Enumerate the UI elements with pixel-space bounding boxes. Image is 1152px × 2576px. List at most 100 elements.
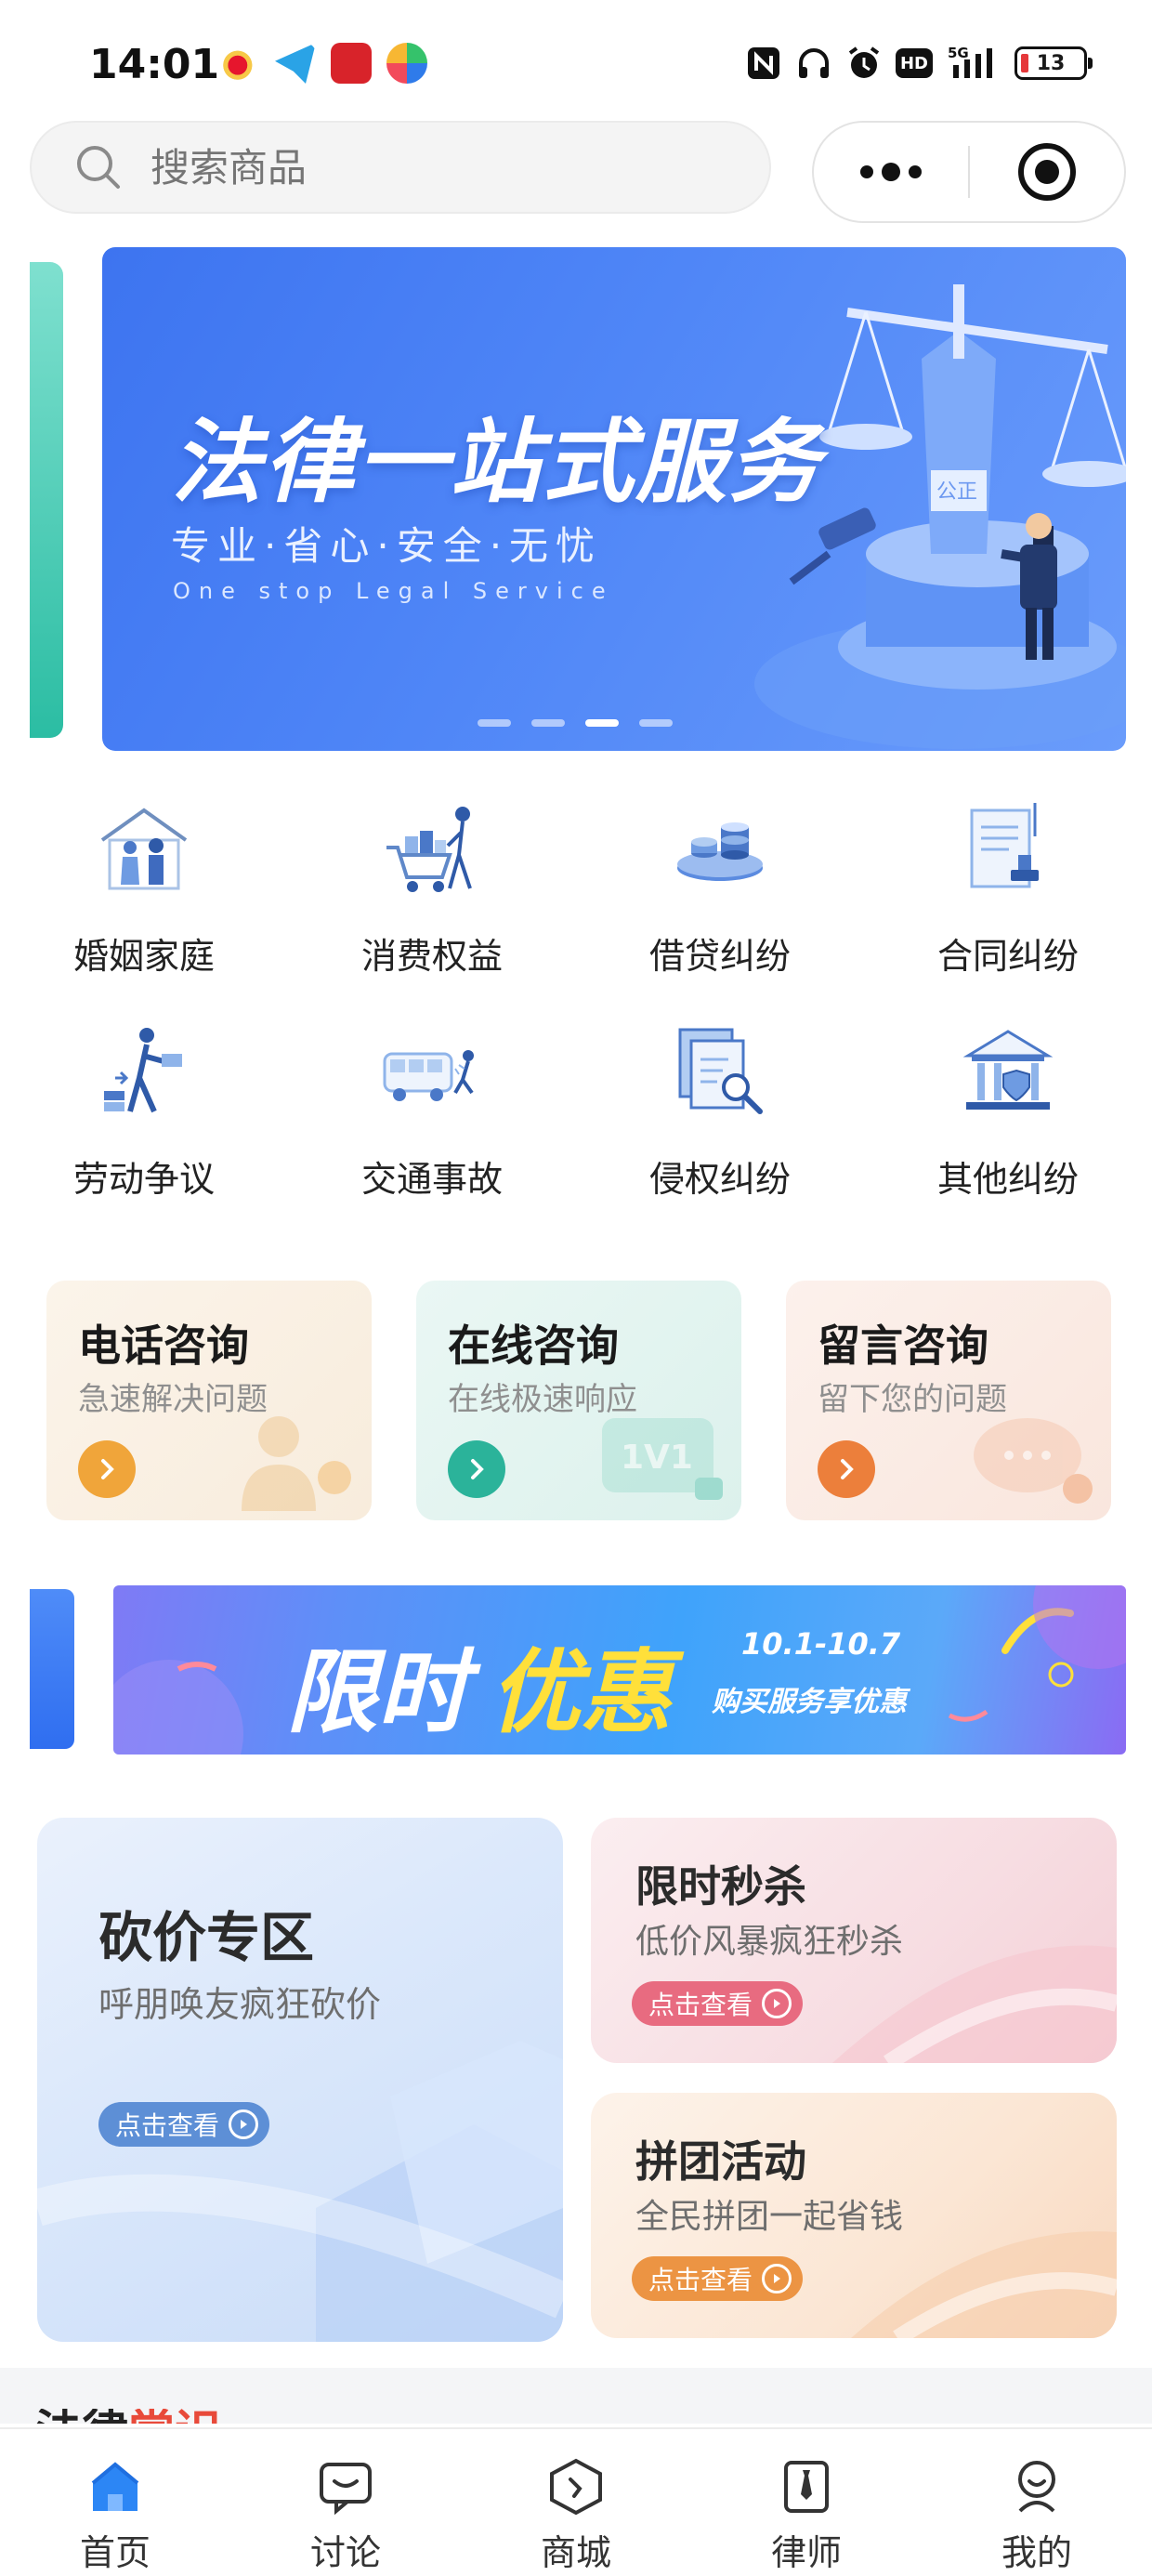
group-buy-card[interactable]: 拼团活动 全民拼团一起省钱 点击查看 — [591, 2093, 1117, 2338]
tab-home[interactable]: 首页 — [0, 2429, 230, 2576]
button-label: 点击查看 — [115, 2110, 220, 2141]
online-consult-card[interactable]: 在线咨询 在线极速响应 1V1 — [416, 1281, 741, 1520]
bus-accident-icon — [383, 1050, 474, 1101]
category-label: 合同纠纷 — [936, 936, 1079, 977]
document-search-icon — [678, 1028, 763, 1114]
category-label: 劳动争议 — [72, 1159, 215, 1200]
tab-label: 讨论 — [309, 2532, 381, 2573]
nfc-icon — [745, 45, 782, 82]
search-icon — [77, 146, 120, 189]
close-miniprogram-button[interactable] — [970, 123, 1124, 221]
chat-1v1-deco-icon: 1V1 — [602, 1418, 723, 1500]
promo-description: 购买服务享优惠 — [712, 1686, 907, 1718]
family-icon — [100, 808, 188, 890]
china-bank-icon — [331, 43, 372, 84]
consult-title: 电话咨询 — [78, 1321, 249, 1371]
colorful-app-icon — [386, 43, 427, 84]
signal-icon: 5G — [946, 45, 1001, 82]
category-contract-dispute[interactable]: 合同纠纷 — [864, 799, 1152, 985]
category-label: 侵权纠纷 — [648, 1159, 791, 1200]
search-bar[interactable] — [30, 121, 771, 214]
bargain-subtitle: 呼朋唤友疯狂砍价 — [98, 1984, 382, 2025]
category-label: 消费权益 — [360, 936, 503, 977]
notification-icons — [219, 43, 427, 84]
phone-consult-arrow-button[interactable] — [78, 1440, 136, 1498]
category-labor-dispute[interactable]: 劳动争议 — [0, 1022, 288, 1208]
person-location-deco-icon — [242, 1416, 351, 1511]
category-marriage-family[interactable]: 婚姻家庭 — [0, 799, 288, 985]
miniprogram-capsule — [812, 121, 1126, 223]
search-input[interactable] — [151, 144, 708, 191]
headphones-icon — [795, 45, 832, 82]
profile-icon — [1018, 2461, 1055, 2513]
section-title: 法律常识 — [35, 2409, 221, 2424]
online-consult-arrow-button[interactable] — [448, 1440, 505, 1498]
section-title-part: 法律 — [35, 2409, 128, 2424]
group-buy-view-button[interactable]: 点击查看 — [632, 2256, 804, 2301]
consult-options: 电话咨询 急速解决问题 在线咨询 在线极速响应 1V1 留言咨询 留下您的问题 — [46, 1281, 1111, 1520]
legal-knowledge-section-peek: 法律常识 — [0, 2368, 1152, 2424]
play-circle-icon — [229, 2109, 259, 2139]
flash-sale-title: 限时秒杀 — [635, 1861, 806, 1912]
courthouse-icon — [962, 1030, 1054, 1110]
category-label: 其他纠纷 — [936, 1159, 1079, 1200]
carousel-dot[interactable] — [531, 719, 565, 727]
more-button[interactable] — [814, 123, 968, 221]
bargain-title: 砍价专区 — [98, 1906, 315, 1969]
bottom-tab-bar: 首页 讨论 商城 律师 我的 — [0, 2427, 1152, 2576]
bargain-zone-card[interactable]: 砍价专区 呼朋唤友疯狂砍价 点击查看 — [37, 1818, 563, 2342]
mall-icon — [550, 2458, 602, 2516]
limited-offer-banner[interactable]: 限时 优惠 10.1-10.7 购买服务享优惠 — [113, 1585, 1126, 1755]
carousel-dot[interactable] — [478, 719, 511, 727]
consult-title: 留言咨询 — [818, 1321, 988, 1371]
carousel-dot[interactable] — [639, 719, 673, 727]
telegram-icon — [275, 43, 316, 84]
status-bar: 14:01 HD 5G 13 — [0, 0, 1152, 121]
lawyer-tie-icon — [784, 2461, 829, 2513]
svg-text:5G: 5G — [948, 45, 969, 61]
phone-consult-card[interactable]: 电话咨询 急速解决问题 — [46, 1281, 372, 1520]
banner-title: 法律一站式服务 — [171, 410, 822, 516]
category-consumer-rights[interactable]: 消费权益 — [288, 799, 576, 985]
carousel-indicator — [478, 719, 673, 727]
button-label: 点击查看 — [648, 2265, 753, 2295]
tab-label: 律师 — [770, 2532, 842, 2573]
battery-indicator: 13 — [1015, 46, 1093, 80]
flash-sale-card[interactable]: 限时秒杀 低价风暴疯狂秒杀 点击查看 — [591, 1818, 1117, 2063]
target-close-icon — [1017, 143, 1076, 201]
promo-title-yellow: 优惠 — [490, 1640, 673, 1746]
promo-date: 10.1-10.7 — [741, 1626, 901, 1662]
section-title-highlight: 常识 — [128, 2409, 221, 2424]
bargain-view-button[interactable]: 点击查看 — [98, 2102, 270, 2147]
banner-prev-peek[interactable] — [30, 262, 63, 738]
category-traffic-accident[interactable]: 交通事故 — [288, 1022, 576, 1208]
chevron-right-icon — [471, 1459, 484, 1479]
tab-discussion[interactable]: 讨论 — [230, 2429, 461, 2576]
button-label: 点击查看 — [648, 1990, 753, 2020]
tab-label: 我的 — [1001, 2532, 1072, 2573]
hero-banner[interactable]: 公正 法律一站式服务 专业·省心·安全·无忧 One stop Legal Se… — [102, 247, 1126, 751]
chevron-right-icon — [101, 1459, 114, 1479]
category-label: 交通事故 — [360, 1159, 503, 1200]
tab-profile[interactable]: 我的 — [922, 2429, 1152, 2576]
alarm-icon — [845, 45, 883, 82]
flash-sale-subtitle: 低价风暴疯狂秒杀 — [635, 1923, 904, 1961]
chat-icon — [320, 2463, 372, 2516]
message-consult-card[interactable]: 留言咨询 留下您的问题 — [786, 1281, 1111, 1520]
category-other-dispute[interactable]: 其他纠纷 — [864, 1022, 1152, 1208]
tab-mall[interactable]: 商城 — [461, 2429, 691, 2576]
category-loan-dispute[interactable]: 借贷纠纷 — [576, 799, 864, 985]
legal-category-grid: 婚姻家庭 消费权益 借贷纠纷 合同纠纷 劳动争议 交通事故 侵权纠纷 其他纠纷 — [0, 799, 1152, 1208]
shopping-cart-icon — [386, 807, 472, 892]
banner-sign-text: 公正 — [936, 480, 977, 504]
system-icons: HD 5G 13 — [745, 45, 1093, 82]
battery-level: 13 — [1036, 51, 1066, 75]
promo-prev-peek[interactable] — [30, 1589, 74, 1749]
tab-label: 商城 — [540, 2532, 611, 2573]
carousel-dot-active[interactable] — [585, 719, 619, 727]
tab-lawyer[interactable]: 律师 — [691, 2429, 922, 2576]
category-infringement-dispute[interactable]: 侵权纠纷 — [576, 1022, 864, 1208]
flash-sale-view-button[interactable]: 点击查看 — [632, 1981, 804, 2026]
message-consult-arrow-button[interactable] — [818, 1440, 875, 1498]
banner-subtitle: 专业·省心·安全·无忧 — [171, 523, 603, 569]
